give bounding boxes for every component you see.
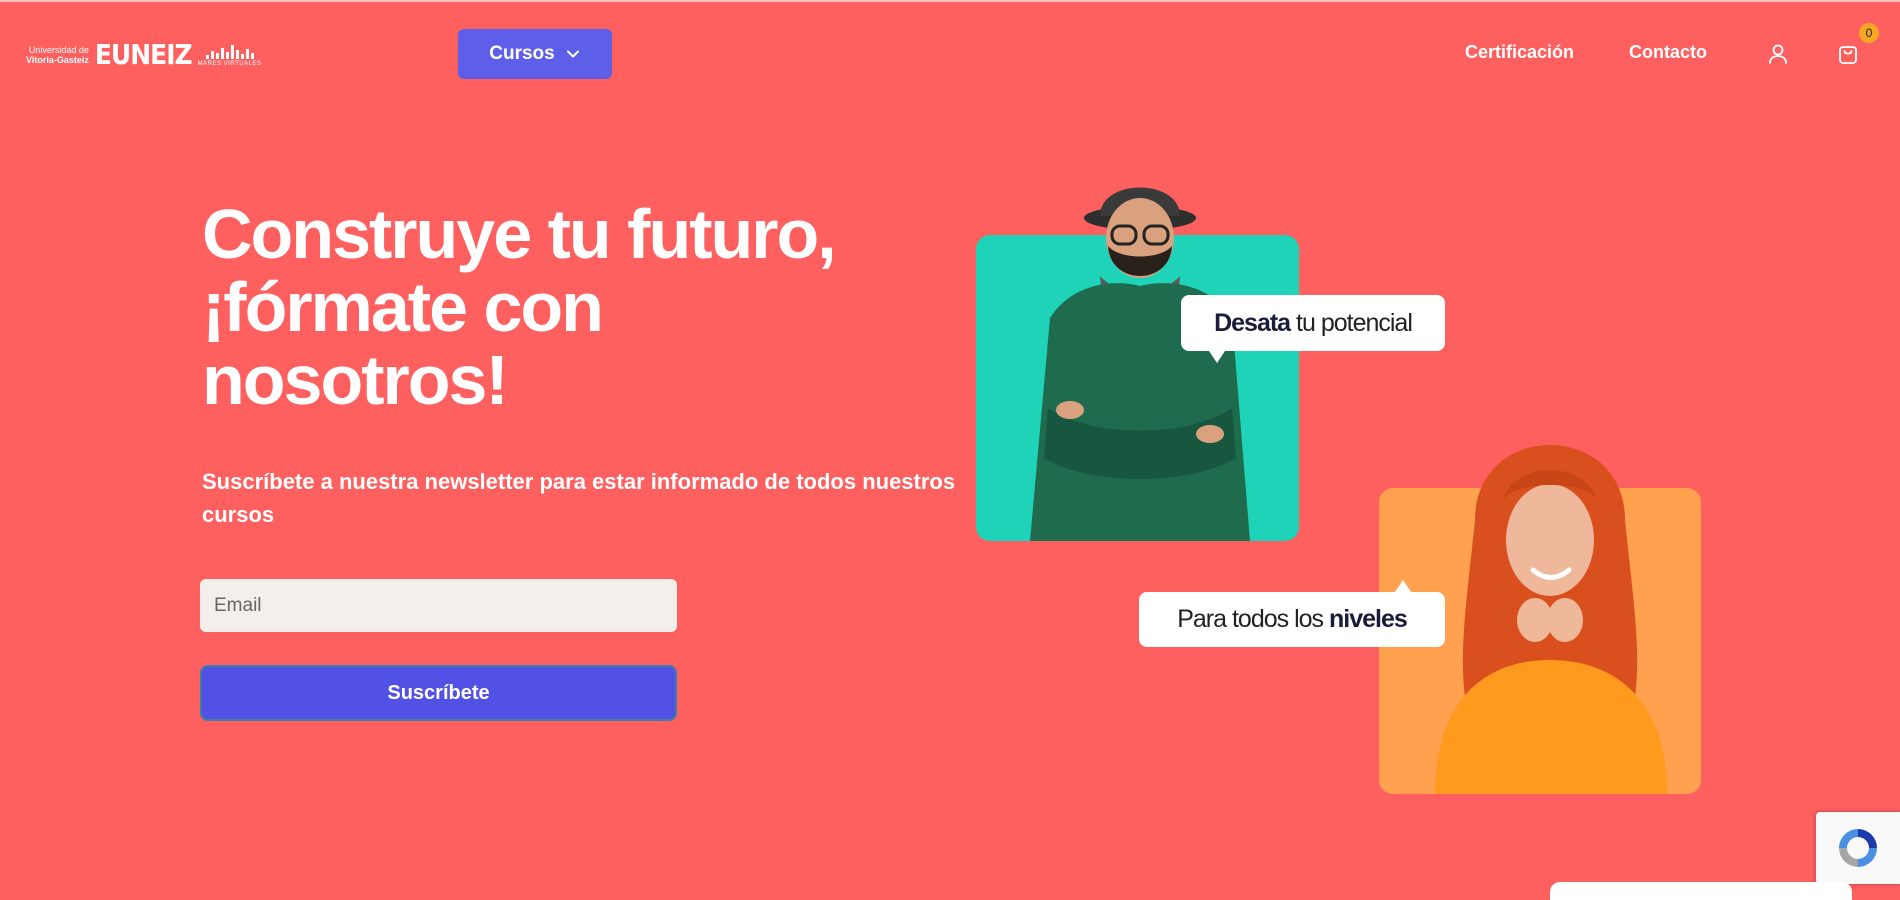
recaptcha-icon [1839,829,1877,867]
bubble-1-text: tu potencial [1290,308,1413,337]
bubble-1-bold: Desata [1214,308,1291,337]
mares-virtuales-label: MARES VIRTUALES [197,60,262,67]
hero-title-line2: ¡fórmate con [202,268,604,346]
speech-bubble-niveles: Para todos los niveles [1139,580,1445,647]
euneiz-logo-text: EUNEIZ [94,38,193,71]
subscribe-button[interactable]: Suscríbete [200,665,677,721]
soundwave-icon [205,44,254,59]
shopping-bag-icon[interactable] [1836,42,1860,66]
bottom-white-card [1550,882,1852,900]
mares-virtuales-logo: MARES VIRTUALES [198,43,262,67]
woman-photo [1435,445,1667,794]
cursos-dropdown-button[interactable]: Cursos [458,29,612,79]
bubble-2-text: Para todos los [1177,605,1329,633]
top-border [0,0,1900,2]
university-logo-text: Universidad de Vitoria-Gasteiz [26,45,89,65]
hero-title-line1: Construye tu futuro, [202,195,837,273]
speech-bubble-potencial: Desata tu potencial [1181,295,1445,363]
bubble-2-bold: niveles [1328,605,1408,633]
university-line1: Universidad de [28,44,89,55]
nav-contacto[interactable]: Contacto [1629,42,1707,63]
hero-title: Construye tu futuro, ¡fórmate con nosotr… [202,198,922,417]
newsletter-subtitle: Suscríbete a nuestra newsletter para est… [202,469,956,527]
recaptcha-badge[interactable] [1816,812,1900,884]
site-logo[interactable]: Universidad de Vitoria-Gasteiz EUNEIZ MA… [26,38,262,71]
chevron-down-icon [566,50,579,58]
university-line2: Vitoria-Gasteiz [26,54,89,65]
man-photo [1030,187,1250,541]
cursos-label: Cursos [489,43,555,64]
user-icon[interactable] [1766,42,1790,66]
hero-title-line3: nosotros! [202,341,509,419]
nav-certificacion[interactable]: Certificación [1465,42,1574,63]
email-input[interactable] [200,579,677,632]
cart-count-badge: 0 [1859,23,1879,43]
